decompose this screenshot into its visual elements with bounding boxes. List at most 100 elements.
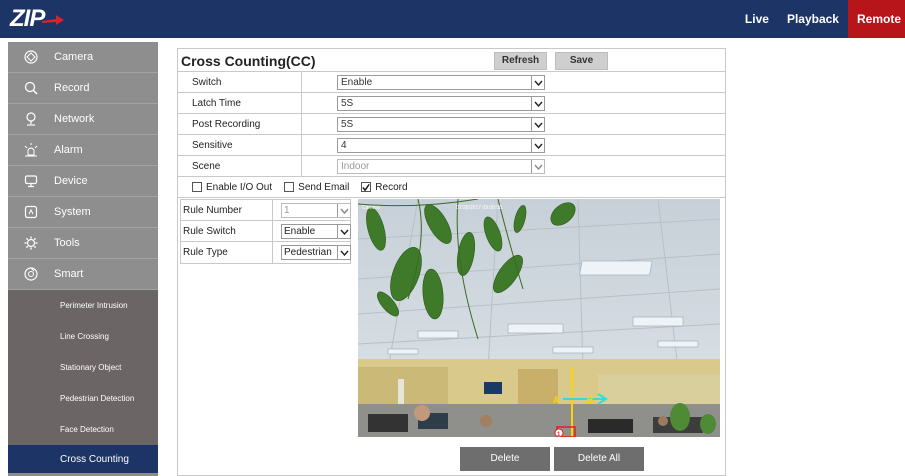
setting-row-sensitive: Sensitive 4 <box>178 134 725 156</box>
sensitive-select[interactable]: 4 <box>337 138 545 153</box>
chevron-down-icon <box>531 97 544 110</box>
rule-row-number: Rule Number 1 <box>181 199 351 221</box>
logo-text: ZIP <box>10 5 45 32</box>
sidebar-item-alarm[interactable]: Alarm <box>8 135 158 166</box>
device-icon <box>22 172 40 190</box>
submenu-pedestrian-detection[interactable]: Pedestrian Detection <box>8 383 158 414</box>
enable-io-out-checkbox[interactable]: Enable I/O Out <box>192 182 272 193</box>
switch-select[interactable]: Enable <box>337 75 545 90</box>
checkbox-box[interactable] <box>284 182 295 192</box>
rule-row-switch: Rule Switch Enable <box>181 220 351 242</box>
latch-time-select[interactable]: 5S <box>337 96 545 111</box>
setting-row-latch-time: Latch Time 5S <box>178 92 725 114</box>
sidebar-item-tools[interactable]: Tools <box>8 228 158 259</box>
sidebar-item-system[interactable]: System <box>8 197 158 228</box>
sidebar-item-label: Network <box>54 113 95 125</box>
nav-remote[interactable]: Remote <box>847 0 905 38</box>
rule-switch-select[interactable]: Enable <box>281 224 351 239</box>
send-email-checkbox[interactable]: Send Email <box>284 182 349 193</box>
main-nav: Live Playback Remote <box>736 0 905 38</box>
submenu-face-detection[interactable]: Face Detection <box>8 414 158 445</box>
sidebar-item-label: Tools <box>54 237 80 249</box>
marker-a: A <box>553 395 560 405</box>
camera-icon <box>22 48 40 66</box>
select-value: 1 <box>284 205 290 216</box>
chevron-down-icon <box>531 160 544 173</box>
rule-row-type: Rule Type Pedestrian <box>181 242 351 263</box>
select-value: Enable <box>341 77 373 88</box>
setting-label: Sensitive <box>178 134 302 156</box>
post-recording-select[interactable]: 5S <box>337 117 545 132</box>
sidebar-item-camera[interactable]: Camera <box>8 42 158 73</box>
logo-arrow-icon <box>42 15 65 25</box>
save-button[interactable]: Save <box>555 52 608 70</box>
chevron-down-icon <box>531 76 544 89</box>
checkbox-label: Enable I/O Out <box>206 181 273 193</box>
rule-type-select[interactable]: Pedestrian <box>281 245 351 260</box>
marker-b: B <box>587 395 594 405</box>
smart-submenu: Perimeter Intrusion Line Crossing Statio… <box>8 290 158 473</box>
select-value: Indoor <box>341 161 370 172</box>
rule-table: Rule Number 1 Rule Switch Enable Rule Ty… <box>180 199 351 264</box>
smart-icon <box>22 265 40 283</box>
chevron-down-icon <box>337 246 350 259</box>
osd-time-text: 07/28/2017 09:08:58 <box>456 205 502 211</box>
checkmark-icon <box>362 183 370 191</box>
delete-all-button[interactable]: Delete All <box>554 447 644 471</box>
network-icon <box>22 110 40 128</box>
checkbox-box[interactable] <box>361 182 372 192</box>
sidebar-item-label: System <box>54 206 91 218</box>
select-value: 5S <box>341 98 354 109</box>
nav-playback[interactable]: Playback <box>778 0 848 38</box>
rule-label: Rule Number <box>181 199 273 221</box>
chevron-down-icon <box>531 139 544 152</box>
submenu-cross-counting[interactable]: Cross Counting <box>8 445 158 473</box>
sidebar-item-label: Smart <box>54 268 84 280</box>
live-video-preview[interactable]: Camera 07/28/2017 09:08:58 A B 1 <box>358 199 720 437</box>
setting-row-switch: Switch Enable <box>178 71 725 93</box>
setting-label: Switch <box>178 71 302 93</box>
delete-button[interactable]: Delete <box>460 447 550 471</box>
rule-label: Rule Switch <box>181 220 273 242</box>
sidebar-item-label: Alarm <box>54 144 83 156</box>
record-checkbox[interactable]: Record <box>361 181 408 193</box>
refresh-button[interactable]: Refresh <box>494 52 547 70</box>
sidebar-item-label: Record <box>54 82 90 94</box>
checkbox-label: Record <box>375 181 408 193</box>
sidebar: Camera Record Network Alarm Device Syste… <box>8 42 158 476</box>
setting-label: Latch Time <box>178 92 302 114</box>
rule-number-select[interactable]: 1 <box>281 203 351 218</box>
sidebar-item-network[interactable]: Network <box>8 104 158 135</box>
settings-table: Switch Enable Latch Time 5S Post Recordi… <box>178 71 725 198</box>
tools-icon <box>22 234 40 252</box>
search-icon <box>22 79 40 97</box>
alarm-icon <box>22 141 40 159</box>
options-row: Enable I/O Out Send Email Record <box>178 177 725 198</box>
sidebar-item-record[interactable]: Record <box>8 73 158 104</box>
select-value: 5S <box>341 119 354 130</box>
top-bar: ZIP Live Playback Remote <box>0 0 905 38</box>
sidebar-item-device[interactable]: Device <box>8 166 158 197</box>
scene-select[interactable]: Indoor <box>337 159 545 174</box>
setting-row-post-recording: Post Recording 5S <box>178 113 725 135</box>
sidebar-item-smart[interactable]: Smart <box>8 259 158 290</box>
select-value: Enable <box>284 226 316 237</box>
select-value: Pedestrian <box>284 247 332 258</box>
setting-row-scene: Scene Indoor <box>178 155 725 177</box>
rule-label: Rule Type <box>181 242 273 263</box>
setting-label: Post Recording <box>178 113 302 135</box>
zip-logo: ZIP <box>10 5 65 32</box>
submenu-perimeter-intrusion[interactable]: Perimeter Intrusion <box>8 290 158 321</box>
checkbox-label: Send Email <box>298 181 350 193</box>
nav-live[interactable]: Live <box>736 0 778 38</box>
sidebar-item-label: Camera <box>54 51 94 63</box>
chevron-down-icon <box>337 225 350 238</box>
system-icon <box>22 203 40 221</box>
select-value: 4 <box>341 140 347 151</box>
sidebar-item-label: Device <box>54 175 88 187</box>
checkbox-box[interactable] <box>192 182 202 192</box>
submenu-stationary-object[interactable]: Stationary Object <box>8 352 158 383</box>
office-camera-image: Camera 07/28/2017 09:08:58 A B 1 <box>358 199 720 437</box>
page-title: Cross Counting(CC) <box>181 53 316 69</box>
submenu-line-crossing[interactable]: Line Crossing <box>8 321 158 352</box>
